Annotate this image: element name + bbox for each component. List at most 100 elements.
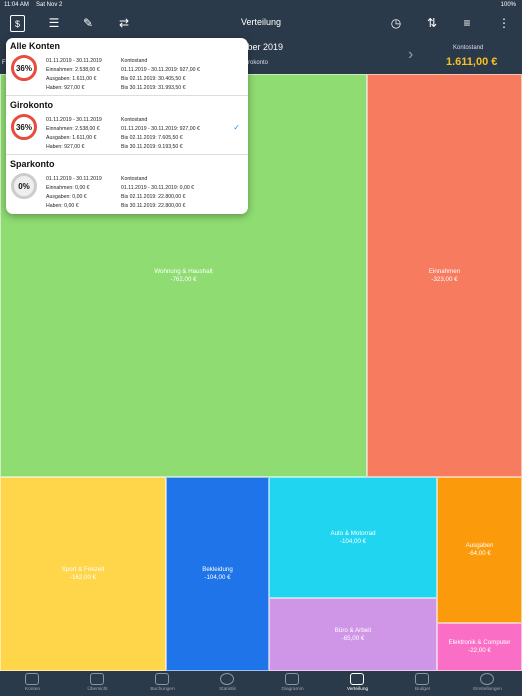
balance-label: Kontostand bbox=[453, 45, 484, 51]
tile-label: Elektronik & Computer bbox=[448, 639, 511, 646]
balance-line: Kontostand bbox=[121, 58, 148, 64]
summary-line: Haben: 0,00 € bbox=[46, 203, 79, 209]
list-icon[interactable]: ≡ bbox=[459, 15, 475, 31]
tab-label: Verteilung bbox=[346, 687, 369, 692]
tile-value: -762,00 € bbox=[170, 275, 197, 283]
summary-line: Haben: 927,00 € bbox=[46, 144, 85, 150]
clock-icon[interactable]: ◷ bbox=[388, 15, 404, 31]
tab-label: Konten bbox=[24, 687, 41, 692]
tab-einstellungen[interactable]: Einstellungen bbox=[455, 671, 522, 696]
treemap-tile[interactable]: Einnahmen -323,00 € bbox=[367, 74, 522, 477]
balance-line: Bis 02.11.2019: 7.605,50 € bbox=[121, 135, 183, 141]
balance-line: Bis 30.11.2019: 22.800,00 € bbox=[121, 203, 186, 209]
account-balance: Kontostand 01.11.2019 - 30.11.2019: 0,00… bbox=[121, 175, 194, 211]
account-summary: 01.11.2019 - 30.11.2019 Einnahmen: 2.538… bbox=[46, 116, 102, 152]
account-row[interactable]: Sparkonto 0% 01.11.2019 - 30.11.2019 Ein… bbox=[6, 156, 248, 214]
tab-label: Budget bbox=[414, 687, 431, 692]
balance-line: Kontostand bbox=[121, 117, 148, 123]
balance-line: Bis 30.11.2019: 9.193,50 € bbox=[121, 144, 183, 150]
tile-label: Einnahmen bbox=[428, 267, 461, 275]
wallet-icon bbox=[25, 673, 39, 685]
account-name: Alle Konten bbox=[10, 41, 61, 51]
summary-line: 01.11.2019 - 30.11.2019 bbox=[46, 58, 102, 64]
progress-ring: 36% bbox=[11, 55, 37, 81]
progress-ring: 36% bbox=[11, 114, 37, 140]
summary-line: Ausgaben: 0,00 € bbox=[46, 194, 87, 200]
account-picker-popover: Alle Konten 36% 01.11.2019 - 30.11.2019 … bbox=[6, 38, 248, 214]
gear-icon bbox=[480, 673, 494, 685]
table-icon bbox=[90, 673, 104, 685]
account-summary: 01.11.2019 - 30.11.2019 Einnahmen: 2.538… bbox=[46, 57, 102, 93]
sort-icon[interactable]: ⇅ bbox=[424, 15, 440, 31]
tab-label: Diagramm bbox=[281, 687, 304, 692]
tab-buchungen[interactable]: Buchungen bbox=[130, 671, 195, 696]
treemap-tile[interactable]: Sport & Freizeit -162,00 € bbox=[0, 477, 166, 671]
summary-line: 01.11.2019 - 30.11.2019 bbox=[46, 176, 102, 182]
summary-line: Ausgaben: 1.611,00 € bbox=[46, 76, 97, 82]
tab-verteilung[interactable]: Verteilung bbox=[325, 671, 390, 696]
summary-line: Einnahmen: 0,00 € bbox=[46, 185, 90, 191]
treemap-tile[interactable]: Ausgaben -64,00 € bbox=[437, 477, 522, 623]
summary-line: 01.11.2019 - 30.11.2019 bbox=[46, 117, 102, 123]
treemap-tile[interactable]: Bekleidung -104,00 € bbox=[166, 477, 269, 671]
tab-label: Einstellungen bbox=[473, 687, 502, 692]
tile-label: Wohnung & Haushalt bbox=[154, 267, 213, 275]
tile-value: -22,00 € bbox=[468, 647, 491, 654]
balance-line: 01.11.2019 - 30.11.2019: 0,00 € bbox=[121, 185, 195, 191]
tile-label: Büro & Arbeit bbox=[334, 626, 372, 634]
summary-line: Einnahmen: 2.538,00 € bbox=[46, 67, 100, 73]
page-title: Verteilung bbox=[240, 17, 282, 27]
tab-label: Übersicht bbox=[87, 687, 108, 692]
status-time: 11:04 AM bbox=[4, 2, 29, 8]
balance-line: 01.11.2019 - 30.11.2019: 927,00 € bbox=[121, 67, 200, 73]
tile-value: -104,00 € bbox=[339, 537, 367, 545]
account-balance: Kontostand 01.11.2019 - 30.11.2019: 927,… bbox=[121, 116, 200, 152]
summary-line: Haben: 927,00 € bbox=[46, 85, 85, 91]
status-bar: 11:04 AM Sat Nov 2 100% bbox=[0, 0, 522, 10]
budget-icon bbox=[415, 673, 429, 685]
tab-uebersicht[interactable]: Übersicht bbox=[65, 671, 130, 696]
account-summary: 01.11.2019 - 30.11.2019 Einnahmen: 0,00 … bbox=[46, 175, 102, 211]
tab-label: Buchungen bbox=[150, 687, 175, 692]
account-row[interactable]: Alle Konten 36% 01.11.2019 - 30.11.2019 … bbox=[6, 38, 248, 96]
summary-line: Ausgaben: 1.611,00 € bbox=[46, 135, 97, 141]
tab-statistik[interactable]: Statistik bbox=[195, 671, 260, 696]
tile-label: Ausgaben bbox=[465, 542, 494, 549]
checkmark-icon: ✓ bbox=[233, 123, 240, 132]
summary-line: Einnahmen: 2.538,00 € bbox=[46, 126, 100, 132]
tab-label: Statistik bbox=[219, 687, 236, 692]
list-icon bbox=[155, 673, 169, 685]
account-balance: Kontostand 01.11.2019 - 30.11.2019: 927,… bbox=[121, 57, 200, 93]
treemap-tile[interactable]: Elektronik & Computer -22,00 € bbox=[437, 623, 522, 671]
account-row[interactable]: Girokonto 36% 01.11.2019 - 30.11.2019 Ei… bbox=[6, 97, 248, 155]
tile-value: -162,00 € bbox=[69, 574, 97, 581]
status-date: Sat Nov 2 bbox=[36, 2, 63, 8]
tile-value: -104,00 € bbox=[204, 574, 231, 581]
pie-icon bbox=[220, 673, 234, 685]
balance-line: 01.11.2019 - 30.11.2019: 927,00 € bbox=[121, 126, 200, 132]
tile-label: Sport & Freizeit bbox=[61, 566, 105, 573]
balance-line: Kontostand bbox=[121, 176, 148, 182]
tile-value: -323,00 € bbox=[431, 275, 458, 283]
treemap-tile[interactable]: Büro & Arbeit -65,00 € bbox=[269, 598, 437, 671]
treemap-tile[interactable]: Auto & Motorrad -104,00 € bbox=[269, 477, 437, 598]
balance-line: Bis 30.11.2019: 31.993,50 € bbox=[121, 85, 186, 91]
account-name: Girokonto bbox=[10, 100, 53, 110]
balance-line: Bis 02.11.2019: 30.405,50 € bbox=[121, 76, 186, 82]
tab-budget[interactable]: Budget bbox=[390, 671, 455, 696]
balance-value: 1.611,00 € bbox=[446, 56, 498, 68]
more-icon[interactable]: ⋮ bbox=[496, 15, 512, 31]
progress-ring: 0% bbox=[11, 173, 37, 199]
tile-value: -64,00 € bbox=[468, 550, 491, 557]
treemap-icon bbox=[350, 673, 364, 685]
tile-label: Auto & Motorrad bbox=[330, 529, 376, 537]
balance-line: Bis 02.11.2019: 22.800,00 € bbox=[121, 194, 186, 200]
bar-chart-icon bbox=[285, 673, 299, 685]
nav-bar: $ ☰ ✎ ⇄ Verteilung ◷ ⇅ ≡ ⋮ bbox=[0, 10, 522, 36]
tab-bar: Konten Übersicht Buchungen Statistik Dia… bbox=[0, 671, 522, 696]
tab-konten[interactable]: Konten bbox=[0, 671, 65, 696]
status-battery: 100% bbox=[500, 2, 516, 8]
tab-diagramm[interactable]: Diagramm bbox=[260, 671, 325, 696]
chevron-right-icon[interactable]: › bbox=[408, 46, 413, 64]
tile-label: Bekleidung bbox=[202, 566, 233, 573]
